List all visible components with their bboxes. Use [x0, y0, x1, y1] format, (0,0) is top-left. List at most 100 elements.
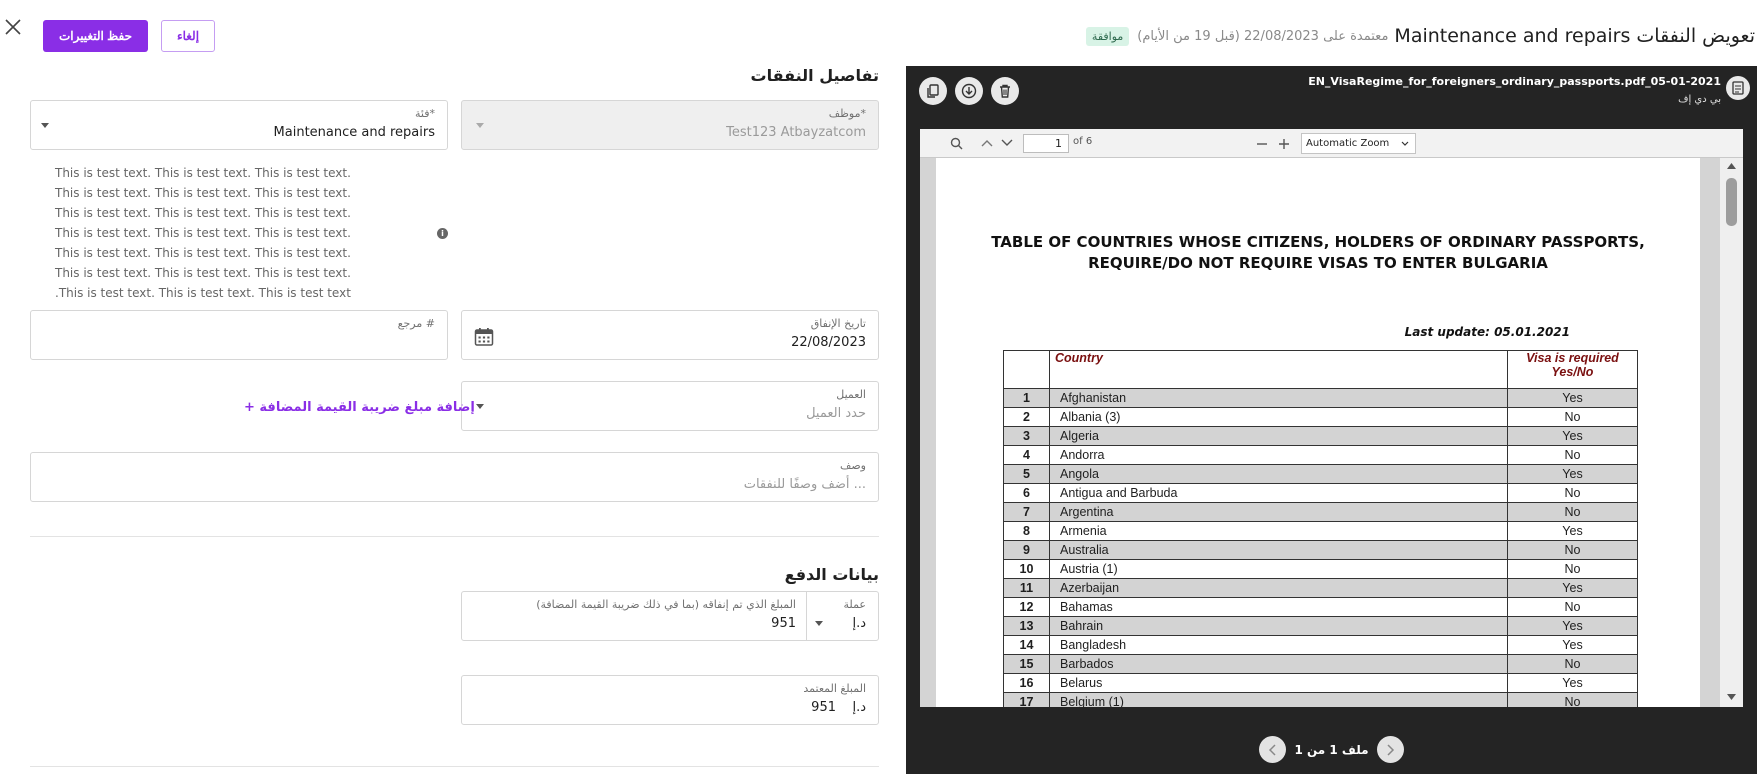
scrollbar-thumb[interactable]: [1726, 178, 1737, 226]
expense-date-field[interactable]: تاريخ الإنفاق 22/08/2023: [461, 310, 879, 360]
pdf-page: TABLE OF COUNTRIES WHOSE CITIZENS, HOLDE…: [936, 158, 1700, 707]
amount-spent-label: المبلغ الذي تم إنفاقه (بما في ذلك ضريبة …: [536, 598, 796, 611]
reference-field[interactable]: مرجع #: [30, 310, 448, 360]
table-row: 13 Bahrain Yes: [1003, 616, 1638, 636]
column-header-visa: Visa is required Yes/No: [1507, 350, 1638, 389]
pdf-toolbar: 1 of 6 Automatic Zoom: [920, 129, 1743, 158]
table-row: 11 Azerbaijan Yes: [1003, 578, 1638, 598]
expense-date-label: تاريخ الإنفاق: [810, 317, 866, 330]
zoom-select-value: Automatic Zoom: [1306, 138, 1390, 149]
approved-amount-field: المبلغ المعتمد د.إ 951: [461, 675, 879, 725]
trash-icon[interactable]: [991, 77, 1019, 105]
chevron-down-icon: [476, 404, 484, 409]
row-country: Algeria: [1049, 426, 1508, 446]
employee-label: موظف*: [828, 107, 866, 120]
status-badge: موافقة: [1085, 26, 1130, 46]
close-icon[interactable]: [2, 16, 24, 38]
hint-line: This is test text. This is test text. Th…: [55, 166, 351, 180]
copy-icon[interactable]: [919, 77, 947, 105]
attachment-viewer: EN_VisaRegime_for_foreigners_ordinary_pa…: [906, 66, 1757, 774]
amount-spent-field[interactable]: عملة د.إ المبلغ الذي تم إنفاقه (بما في ذ…: [461, 591, 879, 641]
table-row: 5 Angola Yes: [1003, 464, 1638, 484]
row-visa: Yes: [1507, 464, 1638, 484]
pager-text: ملف 1 من 1: [1294, 742, 1369, 757]
hint-line: This is test text. This is test text. Th…: [55, 226, 351, 240]
expense-date-value: 22/08/2023: [791, 335, 866, 350]
chevron-down-icon: [41, 123, 49, 128]
row-number: 7: [1003, 502, 1050, 522]
row-country: Afghanistan: [1049, 388, 1508, 408]
category-label: فئة*: [415, 107, 435, 120]
category-select[interactable]: فئة* Maintenance and repairs: [30, 100, 448, 150]
row-visa: No: [1507, 483, 1638, 503]
previous-page-icon[interactable]: [981, 138, 993, 148]
chevron-right-icon: [1387, 743, 1395, 756]
row-country: Antigua and Barbuda: [1049, 483, 1508, 503]
employee-value: Test123 Atbayzatcom: [726, 125, 866, 140]
customer-select[interactable]: العميل حدد العميل: [461, 381, 879, 431]
table-row: 10 Austria (1) No: [1003, 559, 1638, 579]
page-number-input[interactable]: 1: [1023, 134, 1069, 153]
info-icon[interactable]: i: [437, 228, 448, 239]
table-row: 4 Andorra No: [1003, 445, 1638, 465]
amount-spent-value[interactable]: 951: [771, 616, 796, 631]
table-row: 14 Bangladesh Yes: [1003, 635, 1638, 655]
row-number: 1: [1003, 388, 1050, 408]
row-number: 2: [1003, 407, 1050, 427]
row-visa: No: [1507, 445, 1638, 465]
row-visa: Yes: [1507, 616, 1638, 636]
table-row: 16 Belarus Yes: [1003, 673, 1638, 693]
approved-date-text: معتمدة على 22/08/2023 (قبل 19 من الأيام): [1137, 28, 1389, 44]
row-visa: Yes: [1507, 521, 1638, 541]
row-number: 5: [1003, 464, 1050, 484]
row-visa: No: [1507, 540, 1638, 560]
attachment-file-name: EN_VisaRegime_for_foreigners_ordinary_pa…: [1308, 75, 1721, 88]
reference-label: مرجع #: [397, 317, 435, 330]
header-title-group: Maintenance and repairs تعويض النفقات مع…: [1085, 22, 1755, 50]
row-country: Belgium (1): [1049, 692, 1508, 707]
zoom-select[interactable]: Automatic Zoom: [1301, 133, 1416, 154]
row-number: 6: [1003, 483, 1050, 503]
chevron-down-icon: [1401, 141, 1409, 146]
country-table: Country Visa is required Yes/No 1 Afghani…: [1003, 350, 1638, 707]
table-header-row: Country Visa is required Yes/No: [1003, 350, 1638, 389]
row-number: 12: [1003, 597, 1050, 617]
calendar-icon[interactable]: [474, 327, 494, 347]
search-icon[interactable]: [950, 137, 963, 150]
page-count: of 6: [1073, 136, 1093, 147]
row-number: 10: [1003, 559, 1050, 579]
currency-value[interactable]: د.إ: [852, 616, 866, 631]
next-file-button[interactable]: [1376, 736, 1404, 763]
approved-amount-currency: د.إ: [852, 700, 866, 715]
row-country: Andorra: [1049, 445, 1508, 465]
prev-file-button[interactable]: [1259, 736, 1287, 763]
table-row: 17 Belgium (1) No: [1003, 692, 1638, 707]
scroll-down-icon[interactable]: [1726, 693, 1737, 701]
row-number: 8: [1003, 521, 1050, 541]
currency-separator: [806, 592, 807, 640]
category-hint: This is test text. This is test text. Th…: [55, 163, 450, 303]
pdf-scrollbar[interactable]: [1720, 158, 1743, 707]
save-changes-button[interactable]: حفظ التغييرات: [43, 20, 148, 52]
cancel-button[interactable]: إلغاء: [161, 20, 215, 52]
country-rows: 1 Afghanistan Yes 2 Albania (3) No 3 Algeria Yes…: [1003, 388, 1638, 707]
zoom-in-icon[interactable]: [1278, 138, 1290, 150]
table-row: 8 Armenia Yes: [1003, 521, 1638, 541]
chevron-down-icon: [476, 123, 484, 128]
file-icon: [1726, 76, 1750, 100]
row-country: Belarus: [1049, 673, 1508, 693]
row-country: Australia: [1049, 540, 1508, 560]
zoom-out-icon[interactable]: [1256, 138, 1268, 150]
expense-details-title: تفاصيل النفقات: [750, 66, 879, 85]
row-country: Bangladesh: [1049, 635, 1508, 655]
row-number: 11: [1003, 578, 1050, 598]
row-number: 9: [1003, 540, 1050, 560]
add-vat-amount-link[interactable]: + إضافة مبلغ ضريبة القيمة المضافة: [244, 400, 475, 415]
table-row: 6 Antigua and Barbuda No: [1003, 483, 1638, 503]
description-label: وصف: [839, 459, 866, 472]
description-field[interactable]: وصف أضف وصفًا للنفقات ...: [30, 452, 879, 502]
download-icon[interactable]: [955, 77, 983, 105]
table-row: 9 Australia No: [1003, 540, 1638, 560]
scroll-up-icon[interactable]: [1726, 162, 1737, 170]
next-page-icon[interactable]: [1001, 138, 1013, 148]
